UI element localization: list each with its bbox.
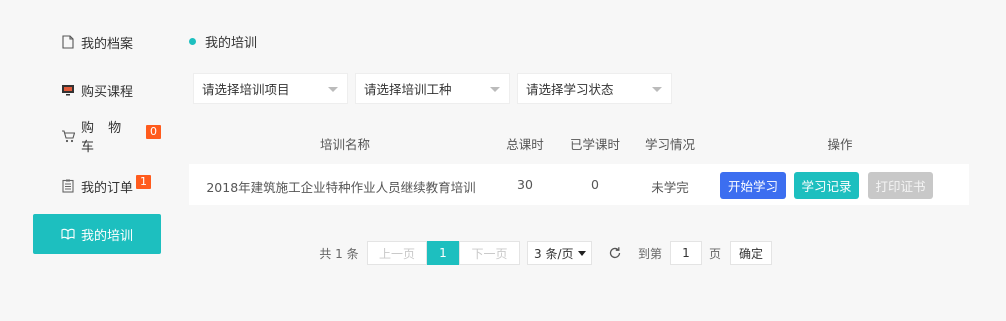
print-certificate-button[interactable]: 打印证书 [868,172,933,199]
sidebar-item-label: 我的培训 [81,228,134,244]
training-name-cell: 2018年建筑施工企业特种作业人员继续教育培训 [206,180,476,195]
sidebar-item-orders[interactable]: 我的订单 1 [33,166,161,206]
sidebar-item-label: 购买课程 [81,84,134,100]
orders-icon [61,179,75,193]
total-hours-cell: 30 [517,177,533,192]
book-icon [61,227,75,241]
chevron-down-icon [652,87,662,92]
learning-record-button[interactable]: 学习记录 [794,172,859,199]
project-select-value: 请选择培训项目 [202,82,290,97]
orders-count-badge: 1 [136,175,152,189]
refresh-icon [608,246,622,260]
project-select[interactable]: 请选择培训项目 [193,73,348,104]
document-icon [61,35,75,49]
chevron-down-icon [490,87,500,92]
caret-down-icon [578,251,586,256]
job-type-select[interactable]: 请选择培训工种 [355,73,510,104]
job-type-select-value: 请选择培训工种 [364,82,452,97]
sidebar-item-label: 购 物 车 [81,121,127,155]
next-page-button[interactable]: 下一页 [459,241,520,265]
page-title: 我的培训 [189,32,257,51]
sidebar-item-cart[interactable]: 购 物 车 0 [33,116,161,156]
column-header-status: 学习情况 [644,137,695,152]
title-dot-icon [189,38,196,45]
page-size-value: 3 条/页 [534,246,574,261]
pagination-total: 共 1 条 [319,246,359,261]
page-title-text: 我的培训 [205,36,258,51]
status-cell: 未学完 [651,180,689,195]
page-size-select[interactable]: 3 条/页 [527,241,592,265]
monitor-icon [61,83,75,97]
current-page-button[interactable]: 1 [427,241,459,265]
sidebar-item-profile[interactable]: 我的档案 [33,22,161,62]
prev-page-button[interactable]: 上一页 [367,241,427,265]
refresh-button[interactable] [604,241,626,265]
status-select[interactable]: 请选择学习状态 [517,73,672,104]
goto-label: 到第 [637,246,662,261]
sidebar-item-buy-courses[interactable]: 购买课程 [33,70,161,110]
column-header-actions: 操作 [827,137,853,152]
chevron-down-icon [328,87,338,92]
start-learning-button[interactable]: 开始学习 [720,172,786,199]
page-unit-label: 页 [708,246,721,261]
status-select-value: 请选择学习状态 [526,82,614,97]
sidebar-item-label: 我的订单 [81,180,134,196]
goto-page-input[interactable]: 1 [670,241,702,265]
column-header-learned-hours: 已学课时 [569,137,620,152]
learned-hours-cell: 0 [591,177,599,192]
cart-icon [61,129,75,143]
column-header-name: 培训名称 [319,137,370,152]
sidebar-item-my-training[interactable]: 我的培训 [33,214,161,254]
goto-confirm-button[interactable]: 确定 [730,241,772,265]
cart-count-badge: 0 [146,125,161,139]
column-header-total-hours: 总课时 [506,137,544,152]
sidebar-item-label: 我的档案 [81,36,134,52]
